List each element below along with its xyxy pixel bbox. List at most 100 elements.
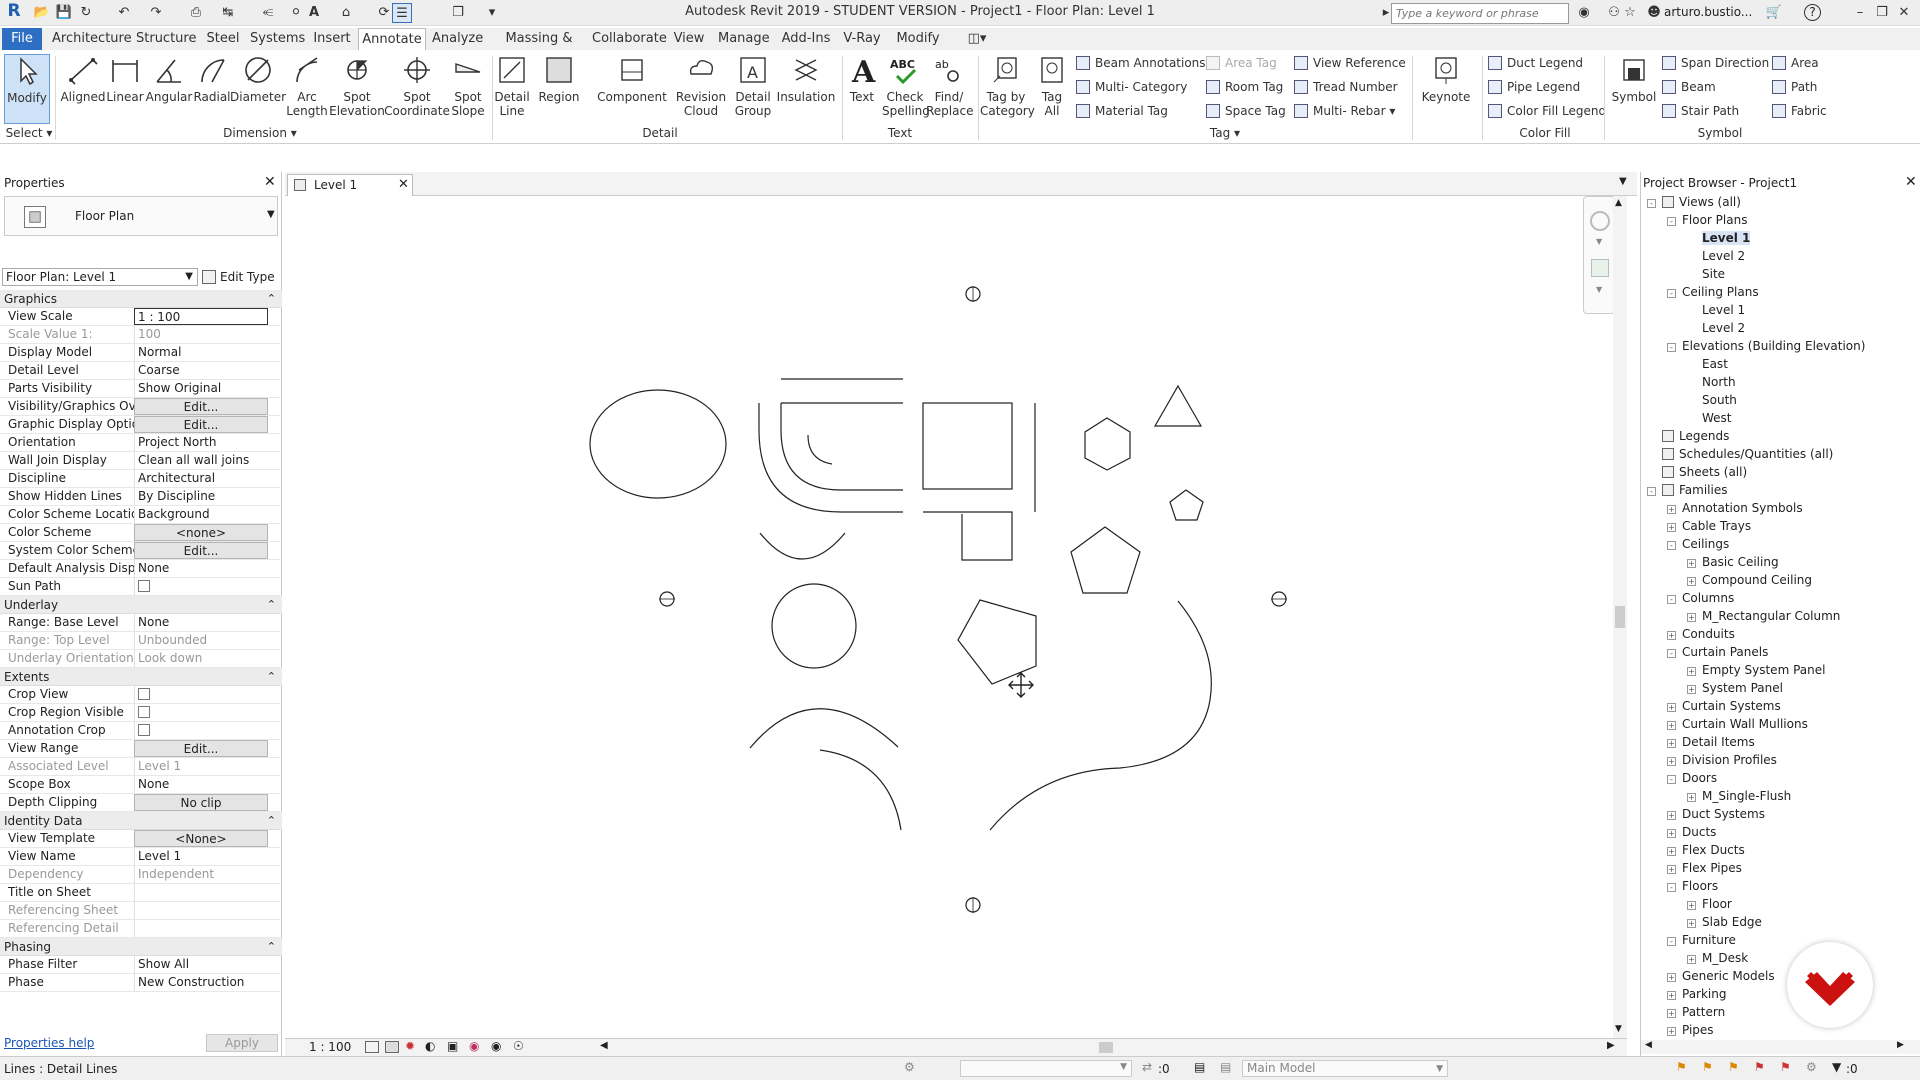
design-option-dropdown[interactable]: Main Model ▼ (1242, 1060, 1448, 1077)
multi-rebar-button[interactable]: Multi- Rebar ▾ (1294, 102, 1395, 120)
expand-icon[interactable]: + (1667, 1009, 1676, 1018)
tab-file[interactable]: File (2, 28, 42, 50)
switch-windows-icon[interactable]: ❐ (448, 3, 468, 23)
spot-slope-button[interactable]: Spot Slope (450, 54, 486, 118)
span-direction-button[interactable]: Span Direction (1662, 54, 1769, 72)
browser-item[interactable]: - Ceilings (1667, 536, 1729, 552)
scroll-left-icon[interactable]: ◀ (600, 1040, 608, 1051)
design-options-icon[interactable]: ▤ (1194, 1060, 1205, 1074)
expand-icon[interactable]: + (1687, 613, 1696, 622)
group-dimension[interactable]: Dimension ▾ (180, 126, 340, 140)
user-name[interactable]: arturo.bustio... (1664, 5, 1752, 19)
property-value[interactable]: Level 1 (134, 848, 268, 865)
space-tag-button[interactable]: Space Tag (1206, 102, 1286, 120)
tab-steel[interactable]: Steel (206, 28, 240, 50)
sync-icon[interactable]: ↻ (76, 3, 96, 23)
collapse-section-icon[interactable]: ⌃ (267, 938, 276, 956)
pipe-legend-button[interactable]: Pipe Legend (1488, 78, 1580, 96)
redo-icon[interactable]: ↷ (146, 3, 166, 23)
expand-icon[interactable]: + (1667, 739, 1676, 748)
section-extents[interactable]: Extents ⌃ (0, 668, 282, 686)
property-checkbox[interactable] (138, 580, 150, 592)
browser-item[interactable]: + Curtain Wall Mullions (1667, 716, 1808, 732)
browser-item[interactable]: + Pattern (1667, 1004, 1725, 1020)
check-spelling-button[interactable]: ABC Check Spelling (882, 54, 930, 118)
property-value[interactable]: No clip (134, 794, 268, 811)
close-browser-icon[interactable]: ✕ (1905, 174, 1917, 190)
editing-requests-icon[interactable]: ⇄ (1142, 1060, 1152, 1074)
browser-item[interactable]: + Slab Edge (1687, 914, 1762, 930)
property-value[interactable]: Normal (134, 344, 268, 361)
spot-coordinate-button[interactable]: Spot Coordinate (384, 54, 450, 118)
tab-collaborate[interactable]: Collaborate (592, 28, 667, 50)
browser-item[interactable]: - Floors (1667, 878, 1718, 894)
browser-item[interactable]: + System Panel (1687, 680, 1783, 696)
browser-item[interactable]: + Floor (1687, 896, 1732, 912)
view-scale-control[interactable]: 1 : 100 (309, 1040, 351, 1054)
scroll-right-icon[interactable]: ▶ (1607, 1040, 1615, 1051)
sun-path-icon[interactable]: ✹ (405, 1039, 415, 1053)
material-tag-button[interactable]: Material Tag (1076, 102, 1168, 120)
browser-hscroll[interactable]: ◀ ▶ (1641, 1040, 1920, 1054)
tag-all-button[interactable]: Tag All (1036, 54, 1068, 118)
expand-icon[interactable]: + (1667, 973, 1676, 982)
beam-annotations-button[interactable]: Beam Annotations (1076, 54, 1206, 72)
property-value[interactable]: Edit... (134, 740, 268, 757)
dimension-icon[interactable]: ⥺ (258, 3, 278, 23)
elevation-marker-south[interactable] (965, 897, 981, 913)
scroll-down-icon[interactable]: ▼ (1615, 1024, 1622, 1034)
detail-hexagon[interactable] (1084, 417, 1131, 471)
user-icon[interactable]: ☻ (1644, 3, 1664, 23)
detail-arc-bottom[interactable] (759, 532, 846, 560)
aligned-dimension-button[interactable]: Aligned (58, 54, 108, 104)
edit-type-button[interactable]: Edit Type (202, 268, 278, 286)
property-value[interactable] (134, 686, 268, 703)
property-value[interactable]: Background (134, 506, 268, 523)
property-value[interactable]: Show All (134, 956, 268, 973)
browser-item[interactable]: + Basic Ceiling (1687, 554, 1779, 570)
beam-symbol-button[interactable]: Beam (1662, 78, 1716, 96)
elevation-marker-north[interactable] (965, 286, 981, 302)
instance-selector[interactable]: Floor Plan: Level 1 ▼ (2, 268, 198, 286)
browser-item[interactable]: + Curtain Systems (1667, 698, 1781, 714)
expand-icon[interactable]: + (1667, 505, 1676, 514)
browser-item[interactable]: Level 2 (1687, 248, 1745, 264)
collapse-icon[interactable]: - (1647, 199, 1656, 208)
property-value[interactable]: Show Original (134, 380, 268, 397)
collapse-icon[interactable]: - (1667, 883, 1676, 892)
filter-icon[interactable]: ▼ (1832, 1060, 1841, 1074)
property-value[interactable] (134, 722, 268, 739)
restore-icon[interactable]: ❐ (1872, 3, 1892, 23)
browser-item[interactable]: - Curtain Panels (1667, 644, 1768, 660)
browser-item[interactable]: - Elevations (Building Elevation) (1667, 338, 1865, 354)
drag-on-selection-icon[interactable]: ⚑ (1780, 1060, 1791, 1074)
browser-item[interactable]: Level 1 (1687, 230, 1751, 246)
property-checkbox[interactable] (138, 706, 150, 718)
section-underlay[interactable]: Underlay ⌃ (0, 596, 282, 614)
help-icon[interactable]: ? (1804, 4, 1821, 21)
browser-item[interactable]: Legends (1647, 428, 1729, 444)
collapse-icon[interactable]: - (1667, 775, 1676, 784)
horizontal-scroll-thumb[interactable] (1099, 1042, 1113, 1053)
property-value[interactable]: <None> (134, 830, 268, 847)
detail-triangle[interactable] (1153, 384, 1203, 427)
property-value[interactable]: Clean all wall joins (134, 452, 268, 469)
browser-item[interactable]: Site (1687, 266, 1725, 282)
browser-item[interactable]: + Pipes (1667, 1022, 1714, 1038)
tag-by-category-button[interactable]: Tag by Category (980, 54, 1035, 118)
symbol-button[interactable]: Symbol (1608, 54, 1660, 104)
save-icon[interactable]: 💾 (54, 3, 74, 23)
print-icon[interactable]: ⎙ (186, 3, 206, 23)
browser-item[interactable]: + Compound Ceiling (1687, 572, 1812, 588)
collapse-icon[interactable]: - (1667, 937, 1676, 946)
expand-icon[interactable]: + (1667, 811, 1676, 820)
expand-icon[interactable]: + (1687, 793, 1696, 802)
property-value[interactable]: Coarse (134, 362, 268, 379)
select-underlay-icon[interactable]: ⚑ (1702, 1060, 1713, 1074)
property-value[interactable]: None (134, 614, 268, 631)
detail-pentagon-small[interactable] (1169, 489, 1204, 521)
expand-icon[interactable]: + (1687, 559, 1696, 568)
text-icon[interactable]: A (304, 3, 324, 23)
group-tag[interactable]: Tag ▾ (1180, 126, 1270, 140)
detail-rounded-inner[interactable] (780, 402, 903, 491)
